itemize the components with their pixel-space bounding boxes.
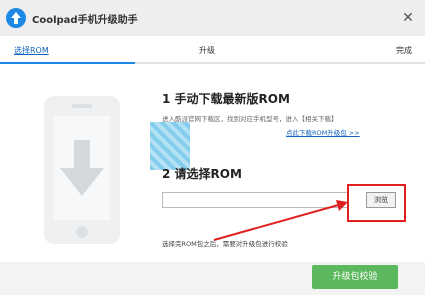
download-arrow-icon xyxy=(60,140,104,196)
phone-home-button xyxy=(76,226,88,238)
step-complete: 完成 xyxy=(396,46,412,55)
title-bar: Coolpad手机升级助手 ✕ xyxy=(0,0,425,36)
rom-path-input[interactable] xyxy=(162,192,348,208)
blurred-redaction xyxy=(150,122,190,170)
app-logo-icon xyxy=(6,8,26,28)
annotation-highlight-box xyxy=(347,184,406,222)
step-select-rom[interactable]: 选择ROM xyxy=(14,45,49,56)
section2-heading: 2 请选择ROM xyxy=(162,167,242,181)
section1-heading: 1 手动下载最新版ROM xyxy=(162,92,290,106)
close-icon[interactable]: ✕ xyxy=(399,9,417,27)
phone-download-illustration xyxy=(44,96,120,244)
app-title: Coolpad手机升级助手 xyxy=(32,15,138,26)
download-rom-link[interactable]: 点此下载ROM升级包 >> xyxy=(286,127,360,137)
verify-package-button[interactable]: 升级包校验 xyxy=(312,265,398,289)
step-upgrade: 升级 xyxy=(199,46,215,55)
phone-speaker xyxy=(72,104,92,108)
verify-hint: 选择完ROM包之后，需要对升级包进行校验 xyxy=(162,240,288,248)
step-bar: 选择ROM 升级 完成 xyxy=(0,36,425,62)
